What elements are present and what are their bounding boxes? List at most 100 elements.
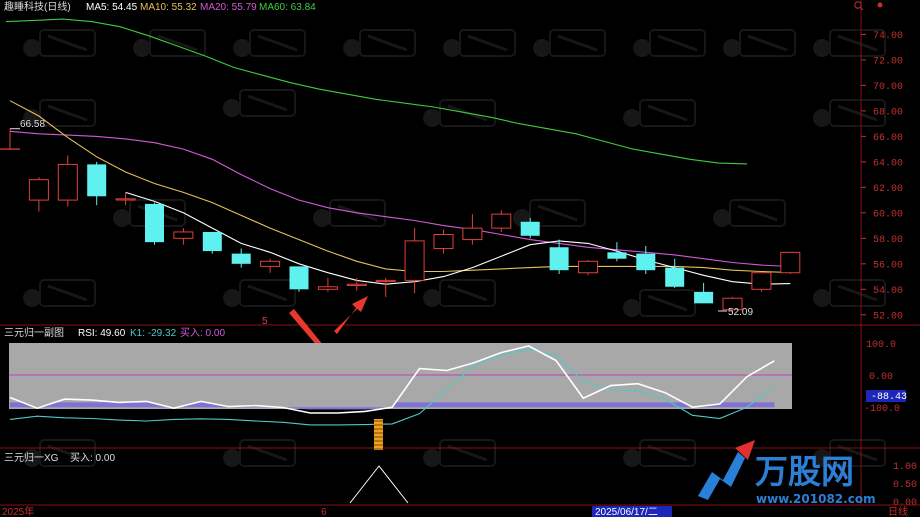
xg-panel-title: 三元归一XG	[4, 451, 59, 464]
candle-body	[462, 227, 483, 241]
window-controls	[854, 1, 883, 11]
watermark-mark	[423, 439, 496, 467]
candle	[404, 228, 425, 294]
candle-body	[173, 231, 194, 239]
watermark-mark	[423, 279, 496, 307]
candle-body	[404, 240, 425, 281]
date-label-month: 6	[321, 507, 327, 517]
candle	[607, 242, 627, 262]
candle	[231, 248, 251, 268]
logo-brand-text: 万股网	[755, 452, 854, 491]
price-tick-label: 58.00	[873, 235, 903, 246]
price-tick-label: 62.00	[873, 184, 903, 195]
stock-chart: 趣睡科技 (日线) MA5: 54.45 MA10: 55.32 MA20: 5…	[0, 0, 920, 517]
candle	[491, 210, 512, 232]
ma20-label: MA20: 55.79	[200, 2, 257, 13]
chart-period: (日线)	[44, 0, 71, 13]
candle-body	[607, 252, 627, 259]
candle	[780, 251, 801, 275]
date-label-period: 日线	[888, 505, 908, 517]
dot-icon[interactable]	[877, 2, 883, 8]
watermark-mark	[633, 29, 706, 57]
price-tick-label: 72.00	[873, 56, 903, 67]
price-tick-label: 68.00	[873, 107, 903, 118]
candle-body	[665, 267, 685, 287]
candle	[751, 272, 772, 292]
candle	[173, 228, 194, 245]
candle	[578, 259, 598, 276]
candle	[202, 231, 222, 254]
watermark-mark	[343, 29, 416, 57]
stock-name: 趣睡科技	[4, 0, 44, 13]
watermark-mark	[623, 99, 696, 127]
k1-value: K1: -29.32	[130, 328, 177, 339]
watermark-mark	[223, 439, 296, 467]
candle-body	[578, 260, 598, 274]
high-price-label: 66.58	[20, 119, 45, 130]
buy-value: 买入: 0.00	[180, 327, 225, 339]
moving-average-lines	[5, 18, 791, 285]
logo-arrow-blue	[698, 452, 745, 500]
candle-body	[549, 247, 569, 271]
candle-body	[260, 260, 281, 267]
watermark-mark	[23, 279, 96, 307]
price-tick-label: 64.00	[873, 158, 903, 169]
price-tick-label: 56.00	[873, 260, 903, 271]
candle	[665, 258, 685, 289]
candle-body	[491, 213, 512, 229]
watermark-mark	[723, 29, 796, 57]
watermark-mark	[533, 29, 606, 57]
candle-body	[57, 163, 78, 201]
arrow-up-right	[334, 296, 368, 334]
candle-body	[520, 221, 540, 236]
candle-body	[87, 164, 107, 197]
watermark-mark	[313, 199, 386, 227]
xg-tick-05: 0.50	[893, 480, 917, 491]
watermark-mark	[623, 289, 696, 317]
date-axis: 2025年 6 2025/06/17/二 日线	[0, 504, 920, 517]
candle-body	[202, 231, 222, 252]
candle-body	[375, 279, 396, 283]
search-icon[interactable]	[854, 1, 862, 9]
xg-tick-1: 1.00	[893, 462, 917, 473]
candle-body	[694, 291, 714, 304]
date-label-year: 2025年	[2, 505, 34, 517]
candle-body	[780, 251, 801, 274]
candle	[462, 214, 483, 245]
candle-body	[346, 283, 367, 286]
watermark-mark	[23, 29, 96, 57]
rsi-panel: 三元归一副图 RSI: 49.60 K1: -29.32 买入: 0.00 10…	[4, 326, 907, 450]
logo-url-text: www.201082.com	[756, 492, 876, 506]
xg-buy-value: 买入: 0.00	[70, 452, 115, 464]
candle-body	[317, 286, 338, 290]
rsi-current-value: -88.43	[871, 392, 907, 403]
watermark-mark	[443, 29, 516, 57]
watermark-mark	[223, 279, 296, 307]
watermark-mark	[223, 89, 296, 117]
candle	[289, 266, 309, 292]
candle	[145, 202, 164, 245]
price-tick-label: 70.00	[873, 82, 903, 93]
price-axis: 74.00 72.00 70.00 68.00 66.00 64.00 62.00 60.00…	[861, 31, 903, 322]
rsi-panel-title: 三元归一副图	[4, 326, 64, 339]
candle-body	[231, 253, 251, 264]
price-tick-label: 60.00	[873, 209, 903, 220]
candle	[694, 282, 714, 304]
rsi-value: RSI: 49.60	[78, 328, 126, 339]
ma5-label: MA5: 54.45	[86, 2, 138, 13]
watermark-mark	[423, 99, 496, 127]
price-tick-label: 54.00	[873, 286, 903, 297]
candle	[346, 277, 367, 291]
candle-body	[115, 198, 136, 201]
rsi-tick-0: 0.00	[869, 372, 893, 383]
xg-signal-triangle	[349, 465, 409, 504]
watermark-mark	[623, 439, 696, 467]
candle	[636, 245, 656, 275]
rsi-tick-minus100: -100.0	[864, 404, 900, 415]
buy-signal-column	[374, 419, 383, 450]
candle	[87, 161, 107, 206]
low-price-label: 52.09	[728, 307, 753, 318]
candle-body	[289, 266, 309, 290]
candle-body	[433, 234, 454, 250]
rsi-band	[9, 343, 792, 409]
